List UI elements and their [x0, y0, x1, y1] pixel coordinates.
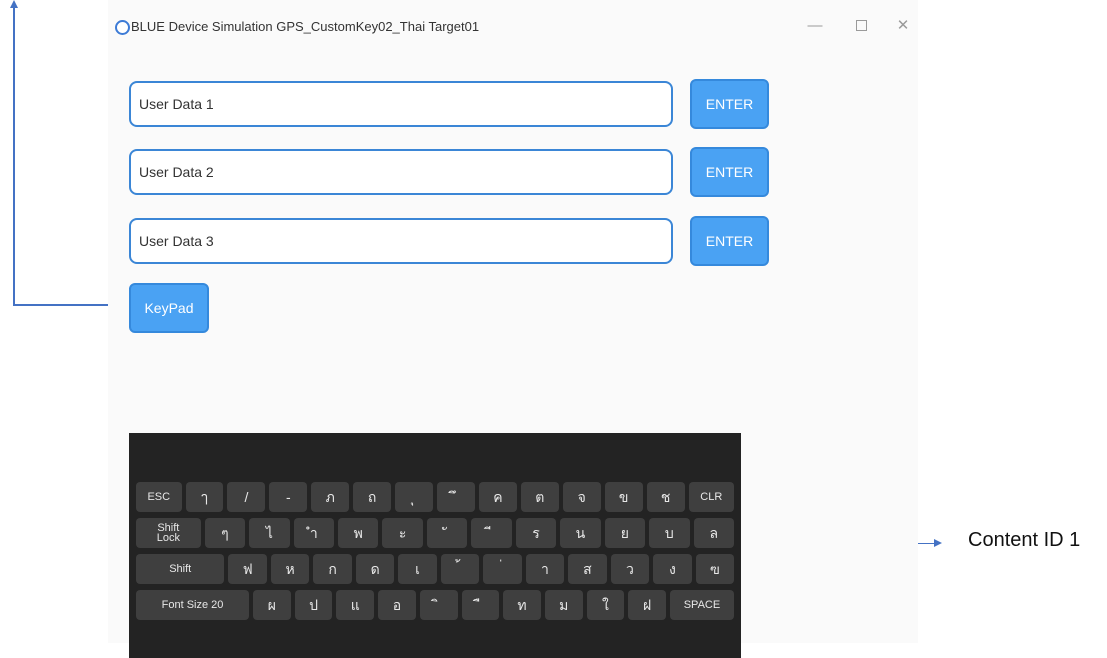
key-2-10[interactable]: น — [560, 518, 601, 548]
key-2-4[interactable]: ำ — [293, 518, 335, 548]
keypad-button[interactable]: KeyPad — [129, 283, 209, 333]
key-2-7[interactable]: ั — [426, 518, 468, 548]
user-data-1-input[interactable] — [131, 83, 671, 125]
keyboard-row-3: Shiftฟหกดเ้่าสวงฃ — [136, 554, 735, 584]
key-1-13[interactable]: ช — [646, 482, 685, 512]
key-2-9[interactable]: ร — [515, 518, 557, 548]
key-3-4[interactable]: ก — [313, 554, 352, 584]
maximize-button[interactable] — [848, 14, 874, 38]
key-1-2[interactable]: ๅ — [185, 482, 224, 512]
user-data-3-input[interactable] — [131, 220, 671, 262]
window-title: BLUE Device Simulation GPS_CustomKey02_T… — [131, 19, 480, 34]
key-4-2[interactable]: ผ — [253, 590, 291, 620]
user-data-3-field[interactable] — [129, 218, 673, 264]
key-4-4[interactable]: แ — [336, 590, 375, 620]
app-window: BLUE Device Simulation GPS_CustomKey02_T… — [108, 0, 918, 658]
minimize-button[interactable]: — — [802, 14, 828, 38]
key-1-5[interactable]: ภ — [311, 482, 350, 512]
key-1-6[interactable]: ถ — [353, 482, 392, 512]
key-2-5[interactable]: พ — [338, 518, 379, 548]
app-logo-icon — [115, 20, 130, 35]
key-1-9[interactable]: ค — [478, 482, 517, 512]
key-4-9[interactable]: ม — [544, 590, 583, 620]
key-4-10[interactable]: ใ — [586, 590, 625, 620]
key-font-size-20[interactable]: Font Size 20 — [136, 590, 250, 620]
maximize-icon — [855, 19, 867, 31]
key-3-8[interactable]: ่ — [483, 554, 522, 584]
thai-keyboard: ESCๅ/-ภถุึคตจขชCLR Shift Lockๆไำพะัีรนยบ… — [129, 433, 741, 658]
key-3-11[interactable]: ว — [610, 554, 650, 584]
key-4-6[interactable]: ิ — [419, 590, 458, 620]
key-3-3[interactable]: ห — [270, 554, 310, 584]
key-1-3[interactable]: / — [227, 482, 266, 512]
key-3-6[interactable]: เ — [398, 554, 437, 584]
enter-button-2[interactable]: ENTER — [690, 147, 769, 197]
user-data-2-field[interactable] — [129, 149, 673, 195]
key-shift[interactable]: Shift — [136, 554, 225, 584]
key-4-8[interactable]: ท — [503, 590, 541, 620]
title-bar: BLUE Device Simulation GPS_CustomKey02_T… — [108, 0, 918, 54]
key-shift-lock[interactable]: Shift Lock — [136, 518, 201, 548]
key-4-7[interactable]: ื — [461, 590, 500, 620]
annotation-arrow-vertical — [13, 6, 15, 305]
annotation-arrow-head-up — [10, 0, 18, 8]
key-3-9[interactable]: า — [525, 554, 565, 584]
key-3-7[interactable]: ้ — [440, 554, 480, 584]
key-2-13[interactable]: ล — [693, 518, 734, 548]
content-callout-label: Content ID 1 — [968, 529, 1081, 551]
key-space[interactable]: SPACE — [669, 590, 734, 620]
close-button[interactable]: ✕ — [890, 14, 916, 38]
enter-button-1[interactable]: ENTER — [690, 79, 769, 129]
key-3-13[interactable]: ฃ — [695, 554, 735, 584]
keyboard-row-2: Shift Lockๆไำพะัีรนยบล — [136, 518, 734, 548]
key-3-5[interactable]: ด — [355, 554, 395, 584]
user-data-1-field[interactable] — [129, 81, 673, 127]
key-2-12[interactable]: บ — [649, 518, 690, 548]
key-1-11[interactable]: จ — [562, 482, 601, 512]
key-4-3[interactable]: ป — [294, 590, 333, 620]
key-3-12[interactable]: ง — [653, 554, 692, 584]
key-1-12[interactable]: ข — [604, 482, 643, 512]
key-4-11[interactable]: ฝ — [628, 590, 666, 620]
key-2-8[interactable]: ี — [471, 518, 512, 548]
keyboard-row-1: ESCๅ/-ภถุึคตจขชCLR — [136, 482, 735, 512]
key-1-8[interactable]: ึ — [437, 482, 475, 512]
key-3-2[interactable]: ฟ — [228, 554, 267, 584]
key-2-6[interactable]: ะ — [382, 518, 423, 548]
key-2-11[interactable]: ย — [604, 518, 646, 548]
key-esc[interactable]: ESC — [136, 482, 182, 512]
key-2-3[interactable]: ไ — [249, 518, 290, 548]
content-callout-arrow-head — [934, 539, 942, 547]
key-1-4[interactable]: - — [269, 482, 308, 512]
key-3-10[interactable]: ส — [568, 554, 607, 584]
enter-button-3[interactable]: ENTER — [690, 216, 769, 266]
key-4-5[interactable]: อ — [378, 590, 416, 620]
user-data-2-input[interactable] — [131, 151, 671, 193]
key-2-2[interactable]: ๆ — [204, 518, 246, 548]
keyboard-row-4: Font Size 20ผปแอิืทมใฝSPACE — [136, 590, 734, 620]
key-1-10[interactable]: ต — [520, 482, 559, 512]
key-1-7[interactable]: ุ — [395, 482, 434, 512]
key-clr[interactable]: CLR — [688, 482, 735, 512]
